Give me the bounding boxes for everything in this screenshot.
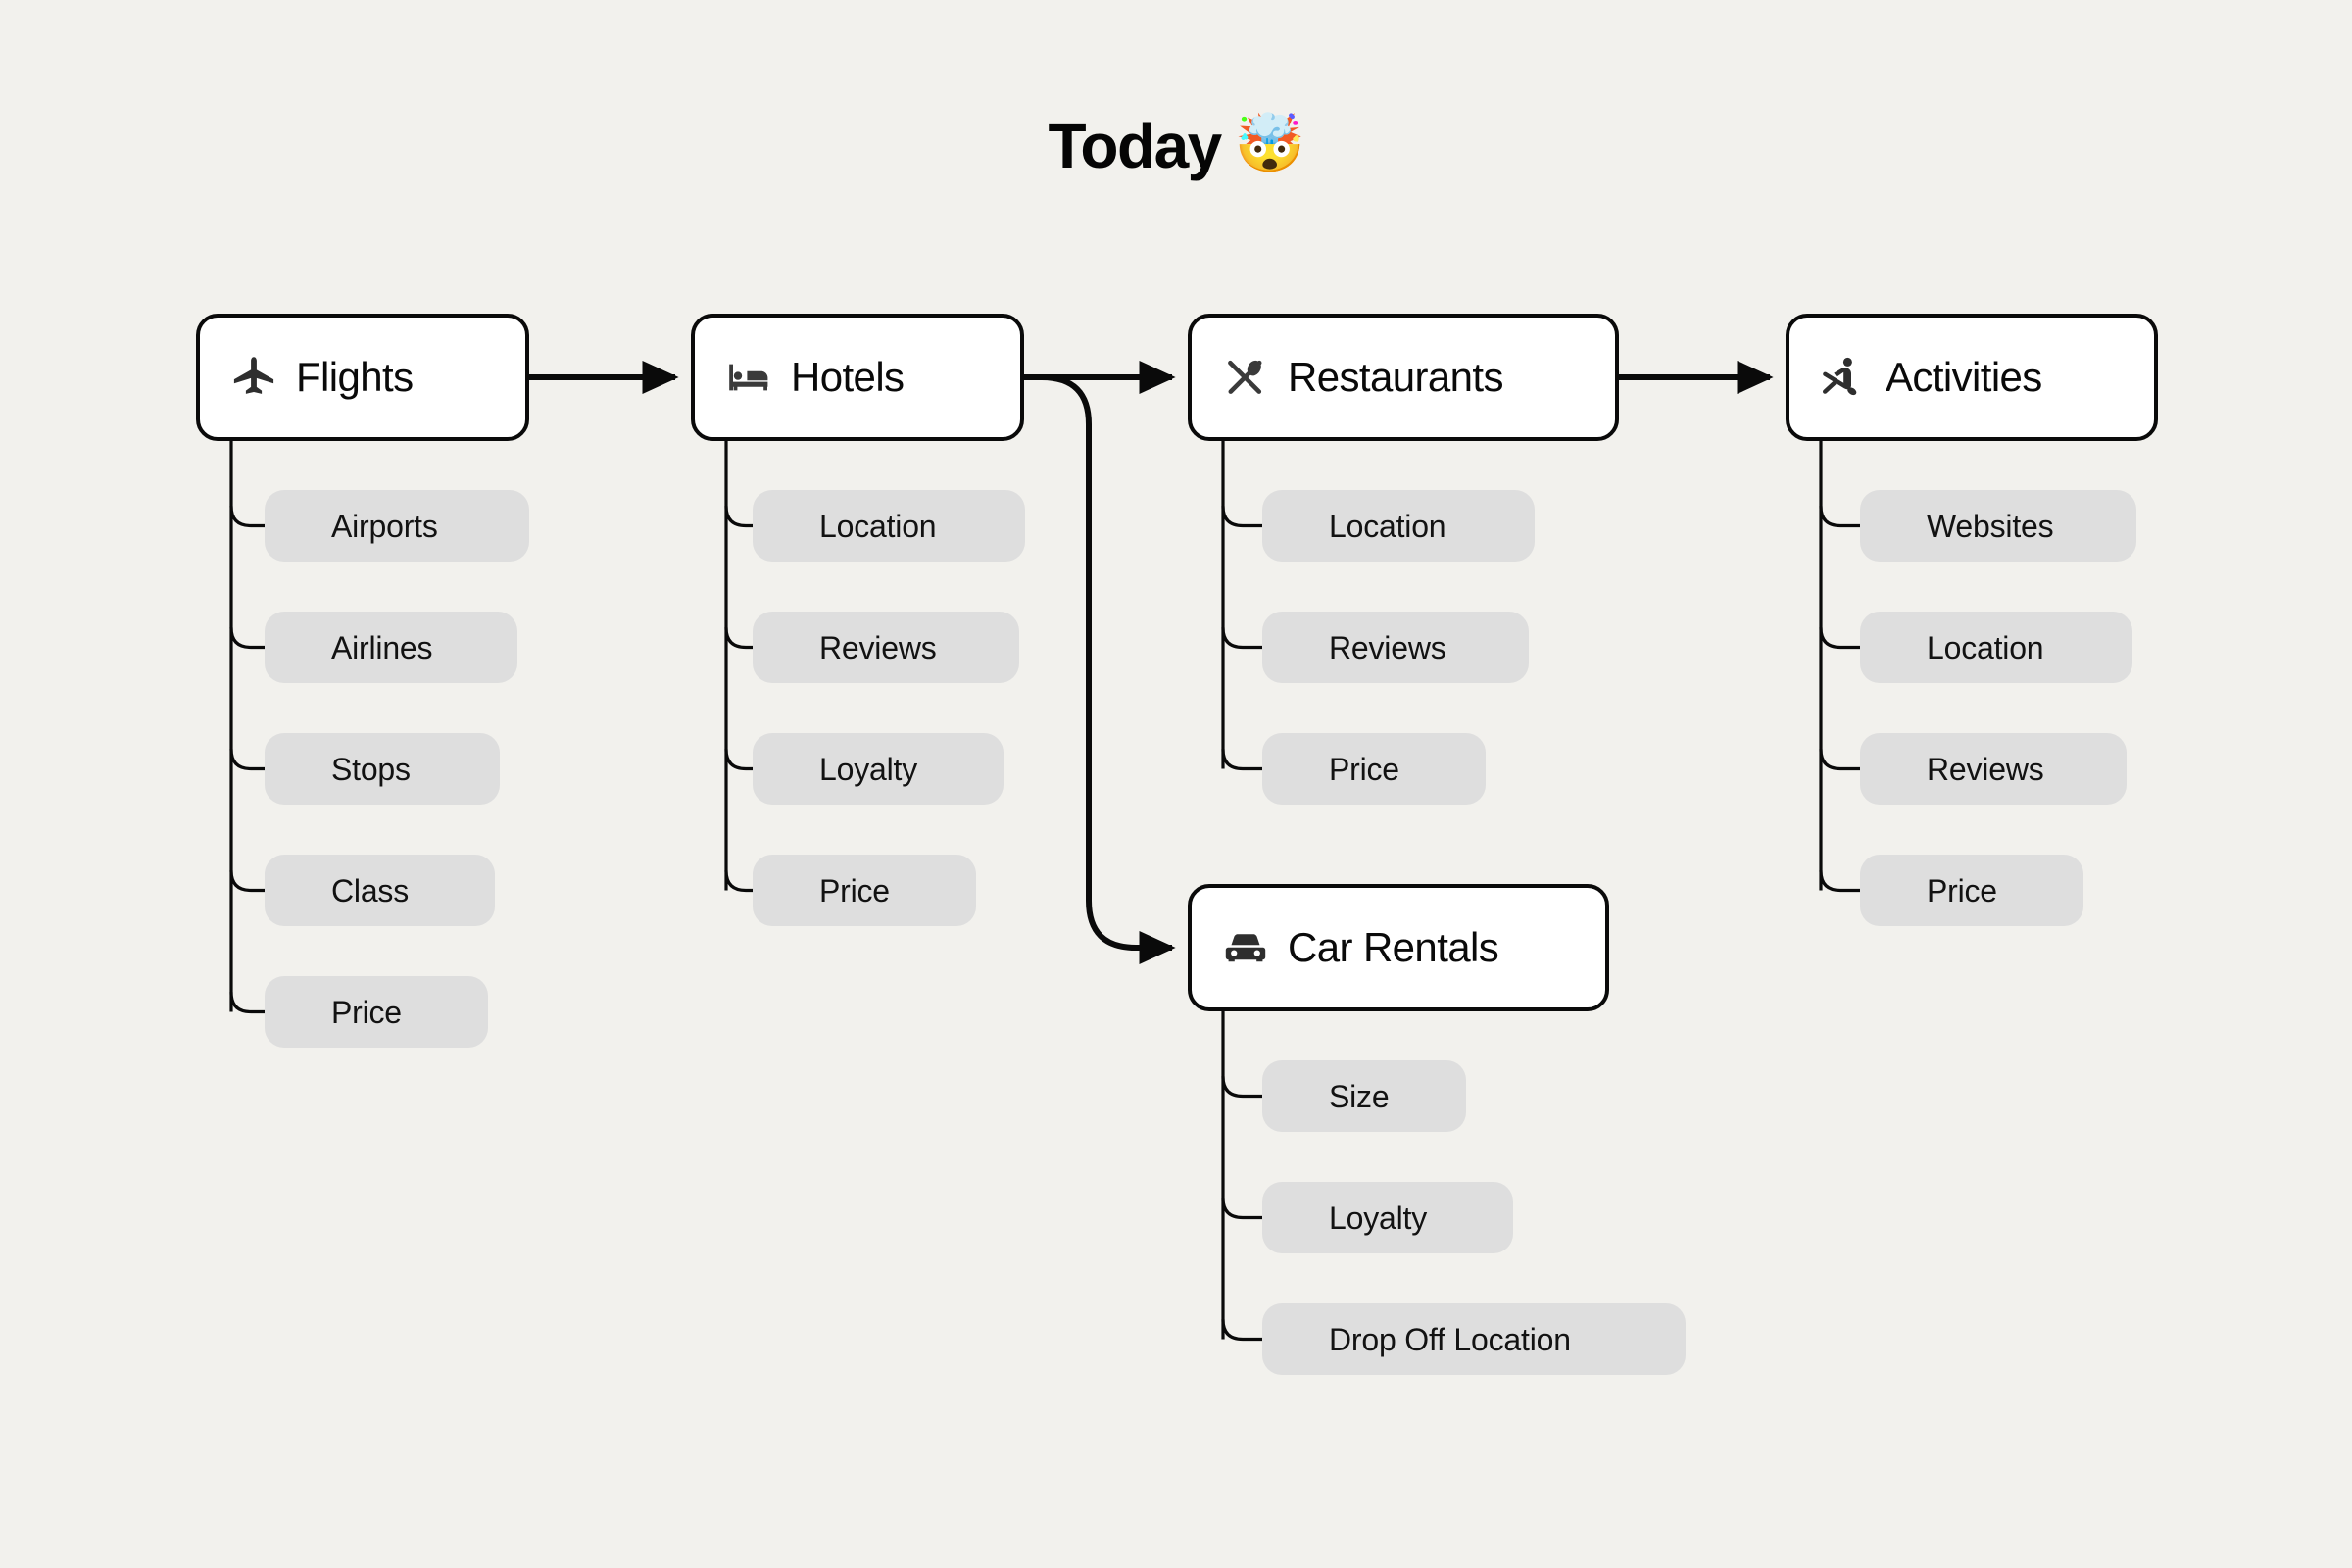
node-label-restaurants: Restaurants: [1288, 354, 1503, 400]
chip-flights-2[interactable]: Stops: [265, 733, 500, 805]
chip-label: Airlines: [331, 629, 433, 665]
node-label-car_rentals: Car Rentals: [1288, 924, 1499, 970]
chip-car_rentals-0[interactable]: Size: [1262, 1060, 1466, 1132]
utensils-icon: [1221, 353, 1270, 402]
chip-label: Loyalty: [1329, 1200, 1427, 1236]
node-card-hotels[interactable]: Hotels: [691, 314, 1024, 441]
chip-label: Websites: [1927, 508, 2054, 544]
chip-hotels-0[interactable]: Location: [753, 490, 1025, 562]
page-title: Today 🤯: [0, 110, 2352, 177]
page-title-text: Today: [1048, 111, 1223, 182]
edge-hotels-to-car_rentals: [1024, 374, 1176, 965]
chip-restaurants-2[interactable]: Price: [1262, 733, 1486, 805]
flowchart-canvas: Today 🤯 Flights Airports Airlines Stops Class…: [0, 0, 2352, 1568]
node-label-activities: Activities: [1886, 354, 2042, 400]
bed-icon: [724, 353, 773, 402]
chip-label: Reviews: [819, 629, 937, 665]
chip-label: Reviews: [1927, 751, 2044, 787]
chip-flights-4[interactable]: Price: [265, 976, 488, 1048]
chip-activities-2[interactable]: Reviews: [1860, 733, 2127, 805]
chip-activities-3[interactable]: Price: [1860, 855, 2083, 926]
chip-activities-0[interactable]: Websites: [1860, 490, 2136, 562]
node-card-flights[interactable]: Flights: [196, 314, 529, 441]
chip-label: Price: [819, 872, 890, 908]
node-label-hotels: Hotels: [791, 354, 905, 400]
chip-hotels-3[interactable]: Price: [753, 855, 976, 926]
chip-label: Location: [1927, 629, 2044, 665]
car-icon: [1221, 923, 1270, 972]
node-card-restaurants[interactable]: Restaurants: [1188, 314, 1619, 441]
chip-flights-0[interactable]: Airports: [265, 490, 529, 562]
node-label-flights: Flights: [296, 354, 414, 400]
chip-car_rentals-2[interactable]: Drop Off Location: [1262, 1303, 1686, 1375]
chip-flights-1[interactable]: Airlines: [265, 612, 517, 683]
chip-label: Airports: [331, 508, 438, 544]
chip-hotels-2[interactable]: Loyalty: [753, 733, 1004, 805]
chip-label: Location: [819, 508, 937, 544]
chip-label: Class: [331, 872, 410, 908]
chip-hotels-1[interactable]: Reviews: [753, 612, 1019, 683]
node-card-car_rentals[interactable]: Car Rentals: [1188, 884, 1609, 1011]
chip-label: Location: [1329, 508, 1446, 544]
chip-label: Stops: [331, 751, 411, 787]
chip-label: Size: [1329, 1078, 1390, 1114]
chip-label: Price: [331, 994, 402, 1030]
chip-flights-3[interactable]: Class: [265, 855, 495, 926]
exploding-head-emoji: 🤯: [1234, 112, 1305, 176]
rowing-icon: [1819, 353, 1868, 402]
chip-label: Loyalty: [819, 751, 917, 787]
chip-restaurants-0[interactable]: Location: [1262, 490, 1535, 562]
chip-label: Price: [1329, 751, 1399, 787]
chip-label: Price: [1927, 872, 1997, 908]
chip-car_rentals-1[interactable]: Loyalty: [1262, 1182, 1513, 1253]
airplane-icon: [229, 353, 278, 402]
chip-label: Reviews: [1329, 629, 1446, 665]
chip-restaurants-1[interactable]: Reviews: [1262, 612, 1529, 683]
node-card-activities[interactable]: Activities: [1786, 314, 2158, 441]
chip-activities-1[interactable]: Location: [1860, 612, 2132, 683]
chip-label: Drop Off Location: [1329, 1321, 1571, 1357]
